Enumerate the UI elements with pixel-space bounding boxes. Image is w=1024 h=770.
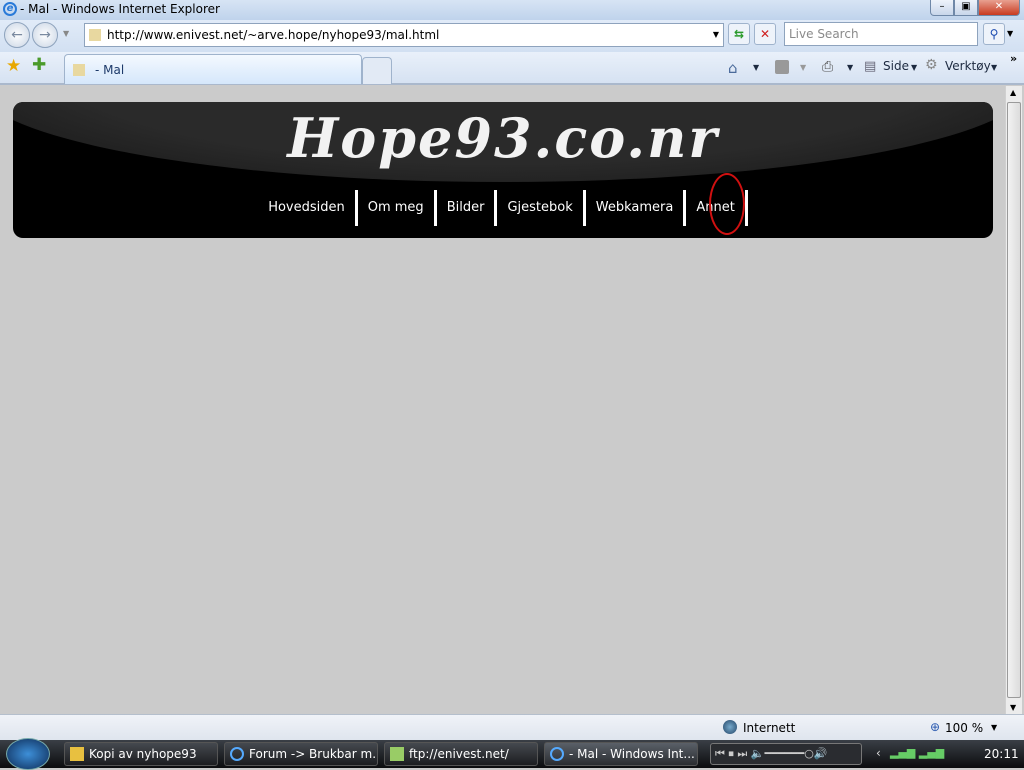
search-button[interactable]: ⚲: [983, 23, 1005, 45]
start-button[interactable]: [6, 738, 50, 770]
feeds-icon[interactable]: [775, 60, 789, 74]
taskbar-item-folder[interactable]: Kopi av nyhope93: [64, 742, 218, 766]
scroll-up-icon[interactable]: ▲: [1010, 88, 1016, 97]
history-dropdown-icon[interactable]: ▼: [63, 29, 69, 38]
page-dropdown-icon[interactable]: ▼: [911, 63, 917, 72]
taskbar-label: - Mal - Windows Int...: [569, 747, 695, 761]
menu-hovedsiden[interactable]: Hovedsiden: [258, 190, 358, 226]
taskbar-item-ftp[interactable]: ftp://enivest.net/: [384, 742, 538, 766]
search-options-icon[interactable]: ▼: [1007, 29, 1013, 38]
globe-icon: [723, 720, 737, 734]
favicon-icon: [73, 64, 85, 76]
zoom-icon: ⊕: [930, 720, 941, 734]
red-annotation-circle: [709, 173, 745, 235]
stop-button[interactable]: ✕: [754, 23, 776, 45]
taskbar-label: Kopi av nyhope93: [89, 747, 197, 761]
back-button[interactable]: ←: [4, 22, 30, 48]
ftp-icon: [390, 747, 404, 761]
scrollbar-thumb[interactable]: [1007, 102, 1021, 698]
address-input[interactable]: http://www.enivest.net/~arve.hope/nyhope…: [107, 28, 439, 42]
tab-mal[interactable]: - Mal: [64, 54, 362, 84]
tray-expand-icon[interactable]: ‹: [876, 746, 881, 760]
favicon-icon: [89, 29, 101, 41]
zoom-dropdown-icon[interactable]: ▼: [991, 723, 997, 732]
tools-dropdown-icon[interactable]: ▼: [991, 63, 997, 72]
search-input[interactable]: Live Search: [784, 22, 978, 46]
tools-menu-button[interactable]: Verktøy: [945, 59, 991, 73]
menu-gjestebok[interactable]: Gjestebok: [497, 190, 586, 226]
scroll-down-icon[interactable]: ▼: [1010, 703, 1016, 712]
taskbar-label: ftp://enivest.net/: [409, 747, 509, 761]
print-icon[interactable]: ⎙: [822, 59, 833, 75]
menu-om-meg[interactable]: Om meg: [358, 190, 437, 226]
status-bar: Internett ⊕ 100 % ▼: [0, 714, 1024, 740]
home-dropdown-icon[interactable]: ▼: [753, 63, 759, 72]
site-menu: Hovedsiden Om meg Bilder Gjestebok Webka…: [13, 190, 993, 226]
tray-icons[interactable]: ▂▄▆ ▂▄▆: [890, 746, 960, 762]
window-title: - Mal - Windows Internet Explorer: [20, 2, 220, 16]
title-bar: e - Mal - Windows Internet Explorer – ▣ …: [0, 0, 1024, 20]
page-menu-button[interactable]: Side: [883, 59, 909, 73]
menu-webkamera[interactable]: Webkamera: [586, 190, 687, 226]
ie-icon: [230, 747, 244, 761]
site-header: Hope93.co.nr Hovedsiden Om meg Bilder Gj…: [13, 102, 993, 238]
favorites-star-icon[interactable]: ★: [6, 56, 21, 76]
chevron-more-icon[interactable]: »: [1010, 52, 1017, 65]
media-player-toolbar[interactable]: ⏮ ⏹ ⏭ 🔈━━━━━━○🔊: [710, 743, 862, 765]
ie-icon: e: [3, 2, 17, 16]
forward-button[interactable]: →: [32, 22, 58, 48]
minimize-button[interactable]: –: [930, 0, 954, 16]
close-button[interactable]: ✕: [978, 0, 1020, 16]
ie-icon: [550, 747, 564, 761]
vertical-scrollbar[interactable]: ▲ ▼: [1005, 86, 1022, 714]
clock[interactable]: 20:11: [984, 747, 1019, 761]
new-tab-button[interactable]: [362, 57, 392, 84]
feeds-dropdown-icon[interactable]: ▼: [800, 63, 806, 72]
taskbar: Kopi av nyhope93 Forum -> Brukbar m... f…: [0, 738, 1024, 770]
home-icon[interactable]: ⌂: [728, 59, 738, 77]
tab-bar: ★ ✚ - Mal ⌂ ▼ ▼ ⎙ ▼ ▤ Side ▼ ⚙ Verktøy ▼…: [0, 52, 1024, 85]
taskbar-label: Forum -> Brukbar m...: [249, 747, 378, 761]
maximize-button[interactable]: ▣: [954, 0, 978, 16]
folder-icon: [70, 747, 84, 761]
address-dropdown-icon[interactable]: ▼: [713, 30, 719, 39]
taskbar-item-ie-active[interactable]: - Mal - Windows Int...: [544, 742, 698, 766]
site-logo: Hope93.co.nr: [287, 106, 719, 170]
print-dropdown-icon[interactable]: ▼: [847, 63, 853, 72]
menu-bilder[interactable]: Bilder: [437, 190, 498, 226]
tab-label: - Mal: [95, 63, 125, 77]
security-zone: Internett: [743, 721, 796, 735]
taskbar-item-forum[interactable]: Forum -> Brukbar m...: [224, 742, 378, 766]
refresh-button[interactable]: ⇆: [728, 23, 750, 45]
navigation-bar: ← → ▼ http://www.enivest.net/~arve.hope/…: [0, 20, 1024, 52]
gear-icon: ⚙: [925, 57, 938, 73]
zoom-level[interactable]: 100 %: [945, 721, 983, 735]
add-favorites-icon[interactable]: ✚: [32, 55, 46, 75]
page-icon: ▤: [864, 59, 877, 74]
address-bar[interactable]: http://www.enivest.net/~arve.hope/nyhope…: [84, 23, 724, 47]
